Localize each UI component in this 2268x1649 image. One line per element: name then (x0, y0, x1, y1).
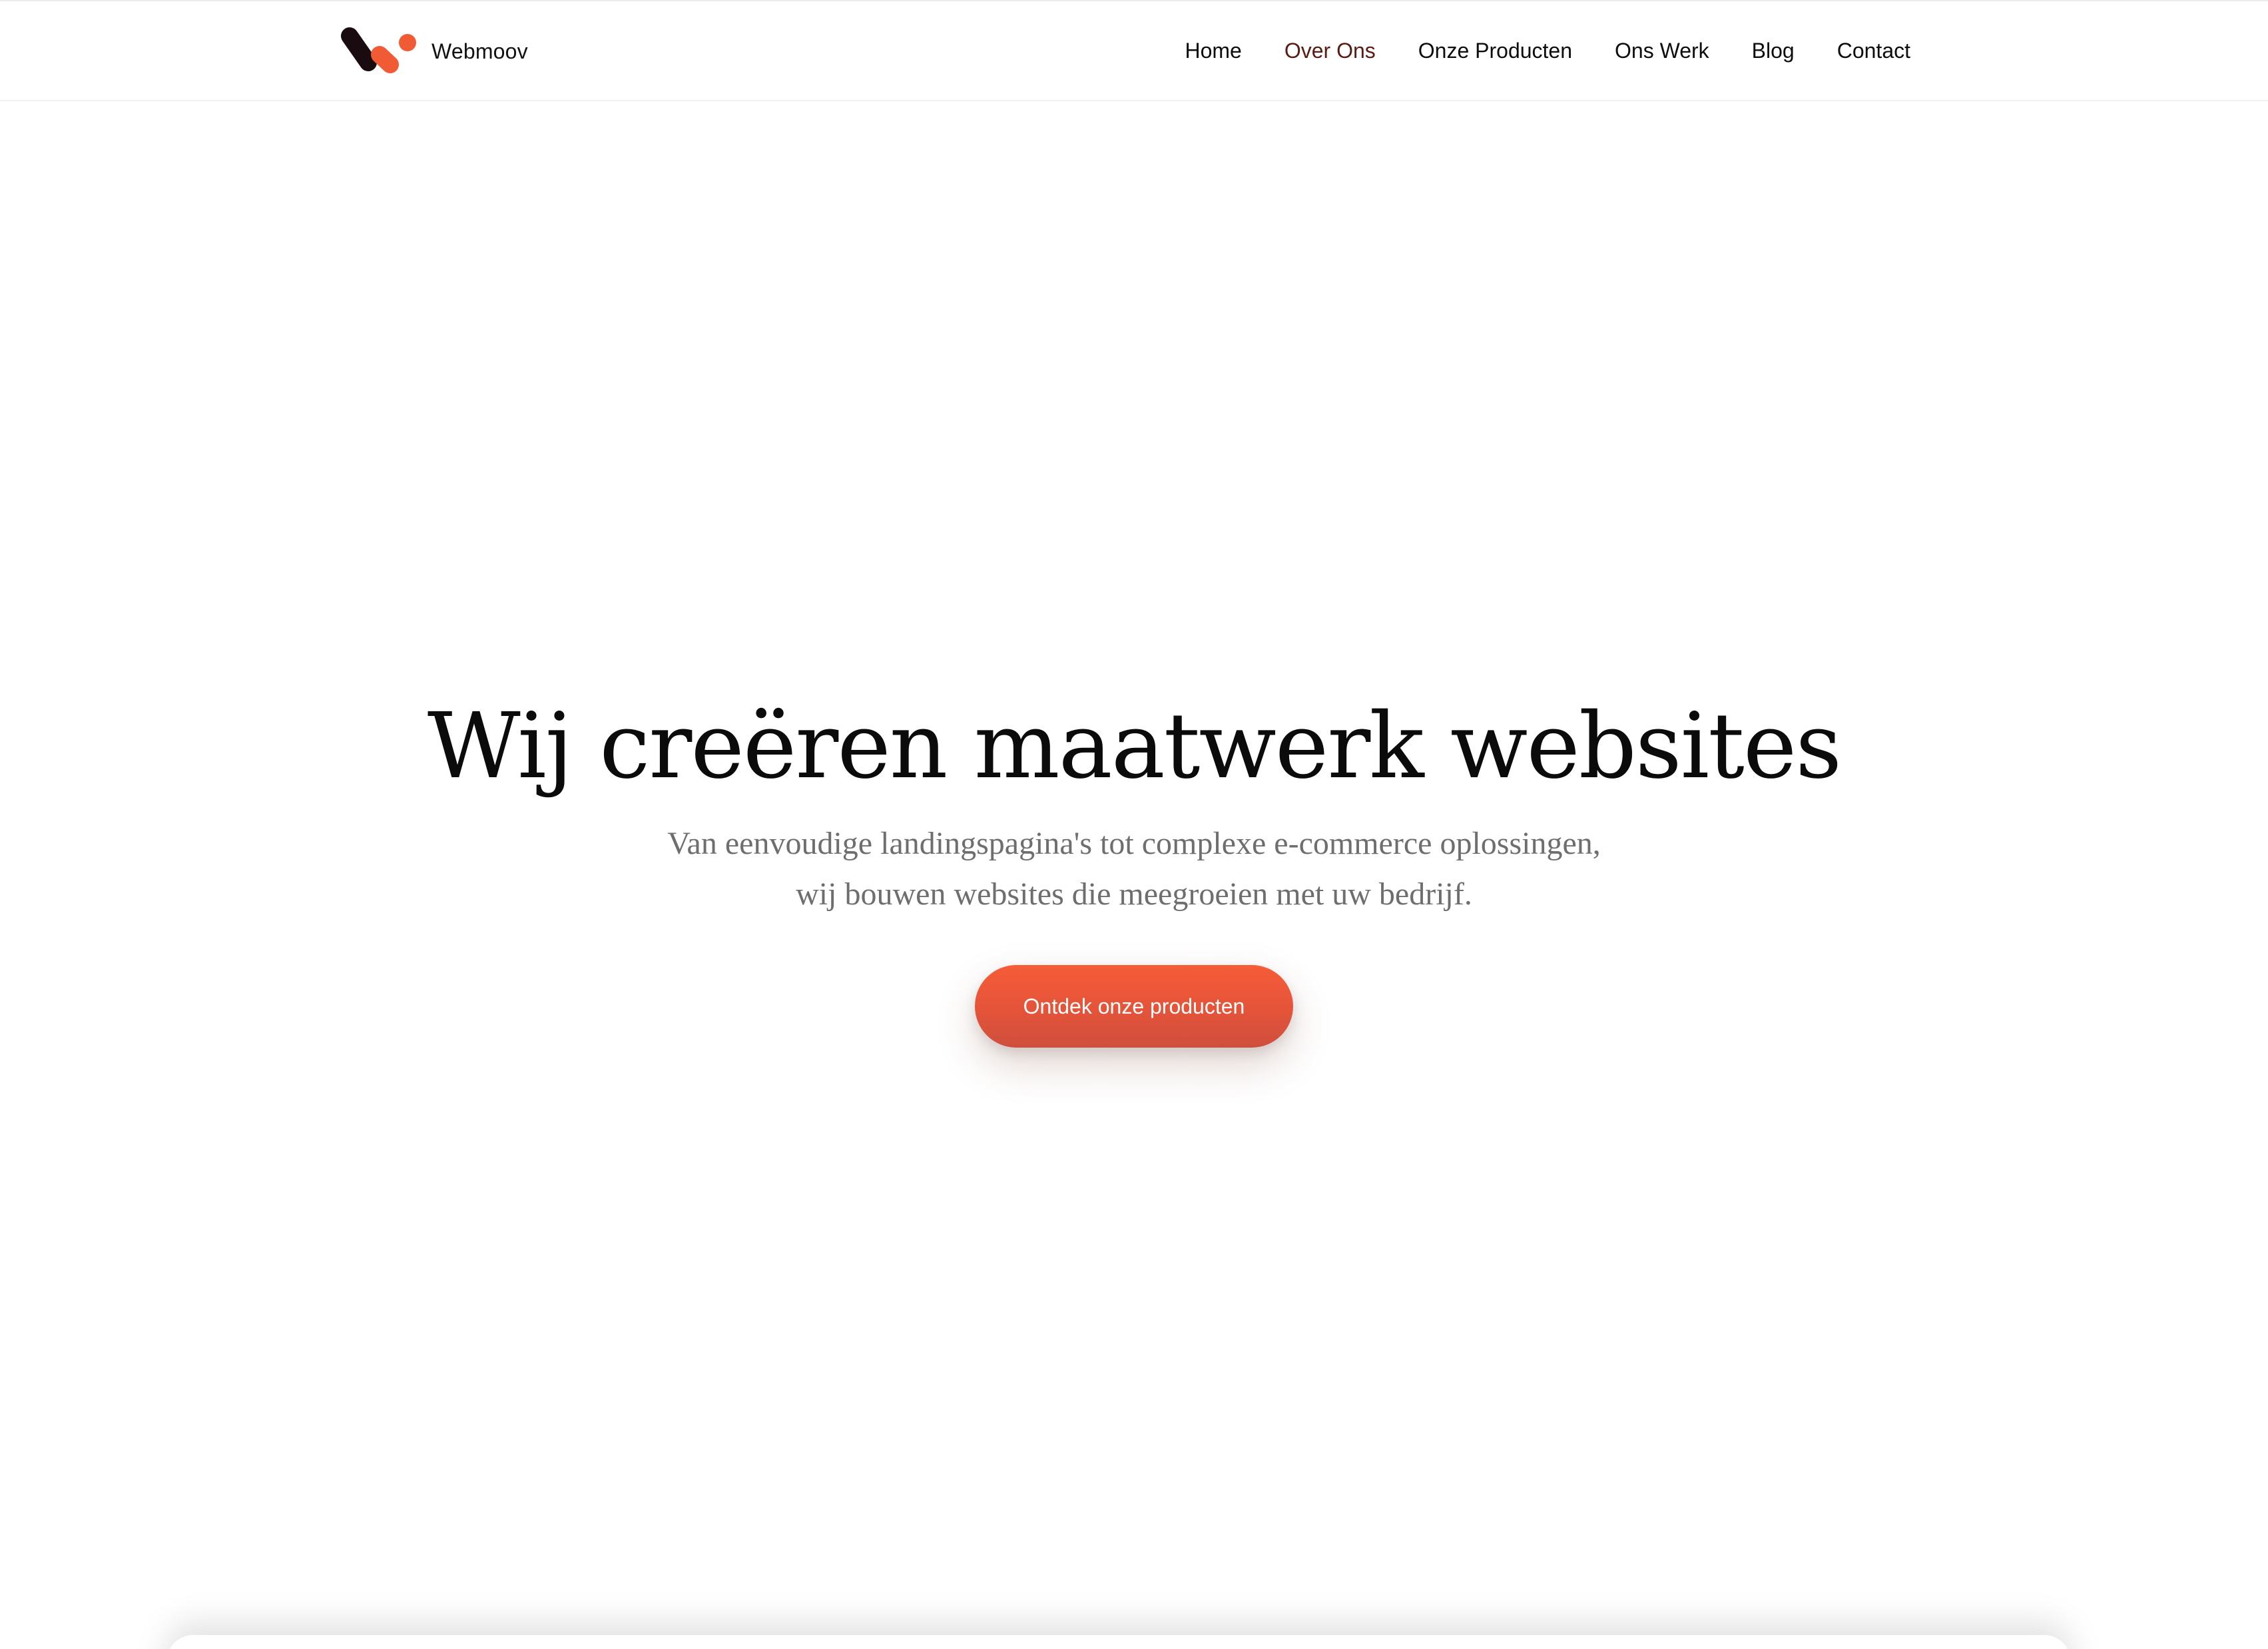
page: Webmoov Home Over Ons Onze Producten Ons… (0, 0, 2268, 1649)
brand[interactable]: Webmoov (338, 25, 528, 77)
main-nav: Home Over Ons Onze Producten Ons Werk Bl… (1185, 32, 1910, 69)
nav-item-contact[interactable]: Contact (1837, 39, 1910, 63)
site-header: Webmoov Home Over Ons Onze Producten Ons… (0, 0, 2268, 101)
cta-wrapper: Ontdek onze producten (0, 965, 2268, 1048)
nav-item-over-ons[interactable]: Over Ons (1284, 39, 1376, 63)
discover-products-button[interactable]: Ontdek onze producten (975, 965, 1293, 1048)
nav-item-onze-producten[interactable]: Onze Producten (1418, 39, 1572, 63)
hero-title: Wij creëren maatwerk websites (427, 694, 1842, 799)
hero-subtitle-line-2: wij bouwen websites die meegroeien met u… (796, 876, 1472, 912)
next-section-card (166, 1635, 2071, 1649)
hero-section: Wij creëren maatwerk websites Van eenvou… (0, 693, 2268, 1048)
webmoov-logo-icon (341, 27, 416, 73)
nav-item-blog[interactable]: Blog (1752, 39, 1795, 63)
hero-subtitle: Van eenvoudige landingspagina's tot comp… (635, 819, 1633, 920)
brand-name: Webmoov (431, 39, 528, 63)
nav-item-home[interactable]: Home (1185, 39, 1241, 63)
nav-item-ons-werk[interactable]: Ons Werk (1615, 39, 1709, 63)
hero-subtitle-line-1: Van eenvoudige landingspagina's tot comp… (667, 826, 1601, 862)
